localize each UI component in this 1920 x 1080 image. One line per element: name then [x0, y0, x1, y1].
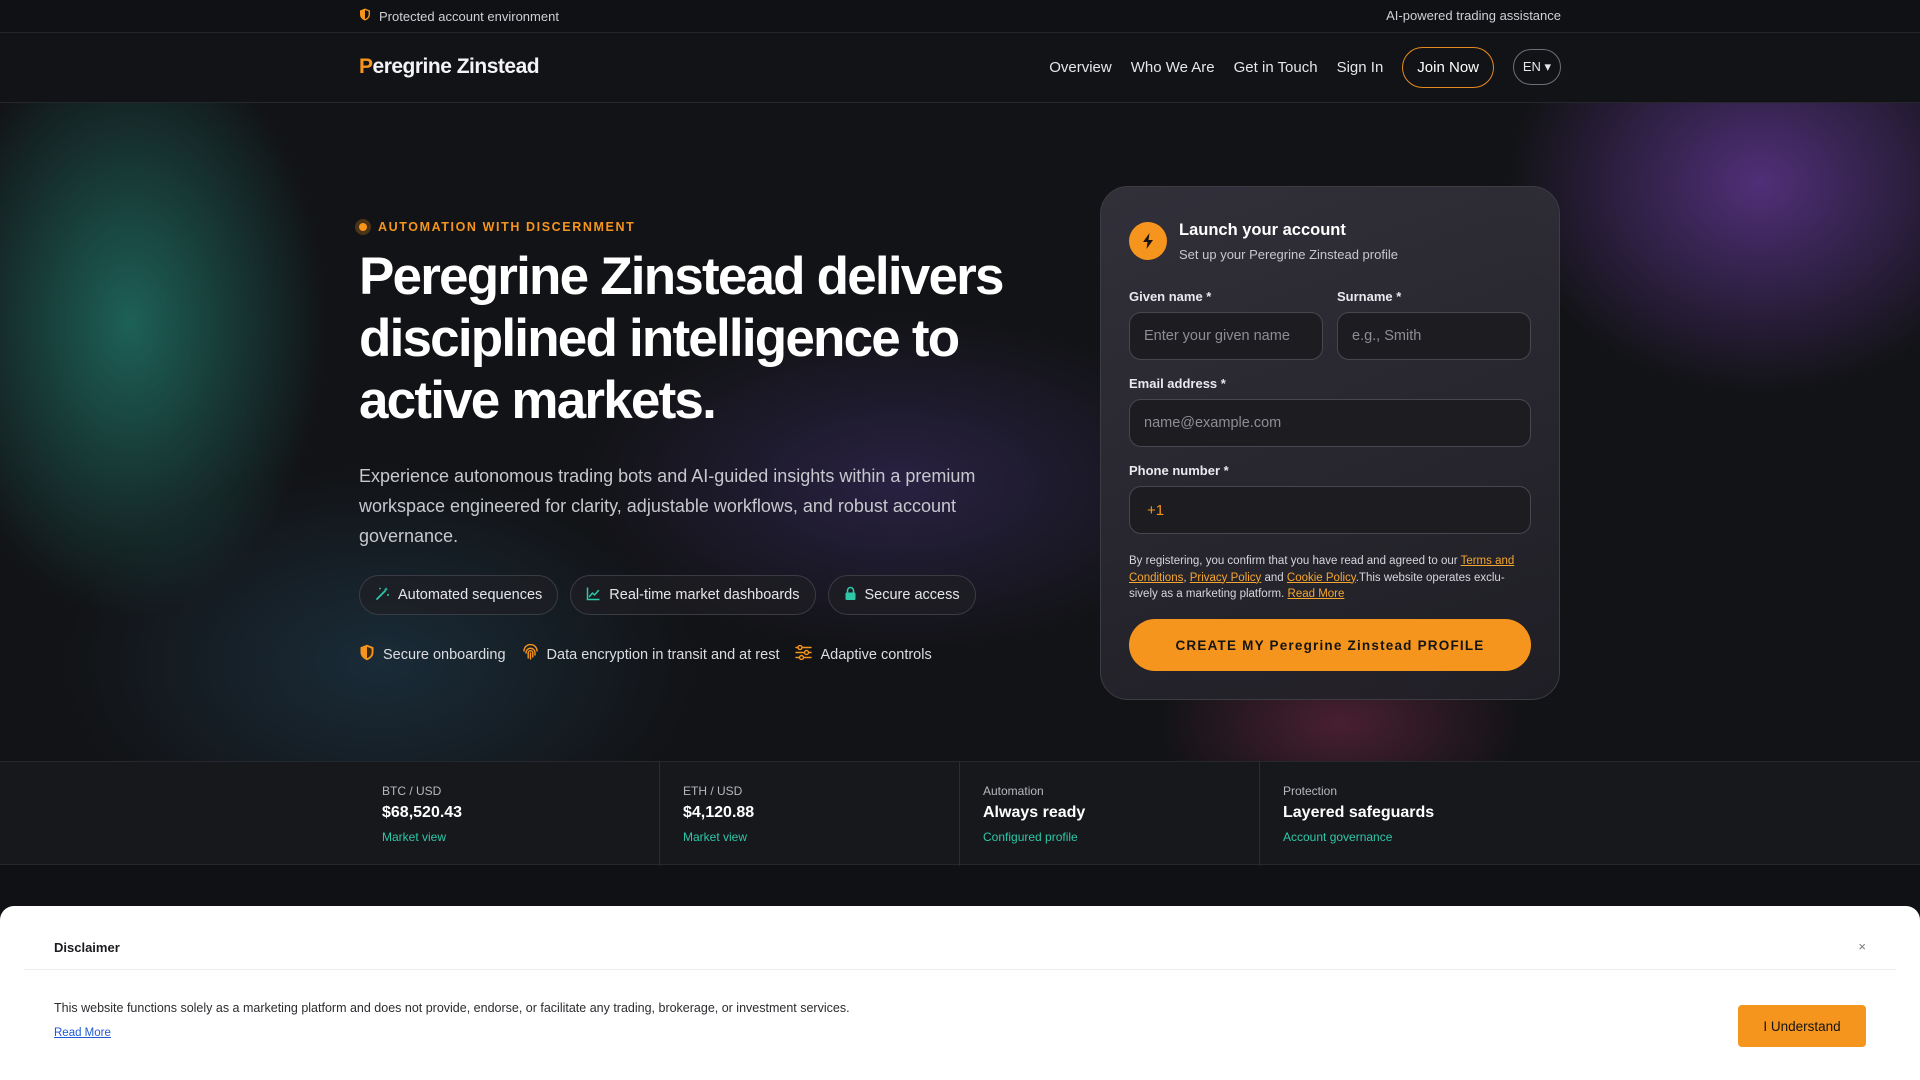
- disclaimer-text: This website functions solely as a marke…: [54, 1001, 850, 1015]
- cookie-link[interactable]: Cookie Policy: [1287, 572, 1356, 584]
- protected-notice: Protected account environment: [359, 8, 559, 24]
- chip-secure-access: Secure access: [827, 575, 976, 615]
- phone-label: Phone number *: [1129, 463, 1229, 478]
- stat-link[interactable]: Account governance: [1283, 830, 1392, 844]
- given-name-label: Given name *: [1129, 289, 1212, 304]
- page: Protected account environment AI-powered…: [0, 0, 1920, 1080]
- hero-lead: Experience autonomous trading bots and A…: [359, 466, 976, 546]
- nav-overview[interactable]: Overview: [1049, 59, 1112, 76]
- feature-label: Adaptive controls: [820, 646, 932, 663]
- stat-automation: Automation Always ready Configured profi…: [960, 762, 1260, 866]
- lock-icon: [844, 586, 857, 605]
- stat-btc: BTC / USD $68,520.43 Market view: [359, 762, 660, 866]
- stat-key: Protection: [1283, 784, 1338, 798]
- hero-section: AUTOMATION WITH DISCERNMENT Peregrine Zi…: [0, 103, 1920, 761]
- logo-initial: P: [359, 55, 373, 78]
- feature-secure-onboarding: Secure onboarding: [359, 644, 506, 665]
- stat-link[interactable]: Configured profile: [983, 830, 1078, 844]
- feature-data-encryption: Data encryption in transit and at rest: [522, 643, 780, 665]
- market-stats-strip: BTC / USD $68,520.43 Market view ETH / U…: [0, 761, 1920, 866]
- stat-eth: ETH / USD $4,120.88 Market view: [660, 762, 960, 866]
- shield-icon: [359, 8, 371, 24]
- stat-key: ETH / USD: [683, 784, 743, 798]
- phone-country-code[interactable]: +1: [1147, 502, 1164, 519]
- disclaimer-banner: Disclaimer × This website functions sole…: [0, 906, 1920, 1080]
- create-profile-button[interactable]: CREATE MY Peregrine Zinstead PROFILE: [1129, 619, 1531, 671]
- read-more-link[interactable]: Read More: [1288, 588, 1345, 600]
- protected-notice-text: Protected account environment: [379, 8, 559, 24]
- site-header: Peregrine Zinstead Overview Who We Are G…: [0, 33, 1920, 103]
- email-label: Email address *: [1129, 376, 1226, 391]
- ai-notice-text: AI-powered trading assistance: [1386, 8, 1561, 23]
- hero-chips: Automated sequences Real-time market das…: [359, 575, 976, 615]
- language-selector[interactable]: EN ▾: [1513, 49, 1561, 85]
- given-name-input[interactable]: [1129, 312, 1323, 360]
- terms-text-pre: By registering, you confirm that you hav…: [1129, 555, 1461, 567]
- hero-eyebrow: AUTOMATION WITH DISCERNMENT: [355, 219, 635, 235]
- i-understand-button[interactable]: I Understand: [1738, 1005, 1866, 1047]
- feature-label: Data encryption in transit and at rest: [546, 646, 780, 663]
- nav-who-we-are[interactable]: Who We Are: [1131, 59, 1215, 76]
- disclaimer-title: Disclaimer: [54, 940, 120, 955]
- eyebrow-dot-icon: [355, 219, 371, 235]
- stat-protection: Protection Layered safeguards Account go…: [1260, 762, 1560, 866]
- surname-input[interactable]: [1337, 312, 1531, 360]
- logo-rest: eregrine Zinstead: [372, 55, 540, 78]
- stat-value: Layered safeguards: [1283, 804, 1435, 821]
- chip-label: Automated sequences: [398, 587, 543, 603]
- stat-value: Always ready: [983, 804, 1086, 821]
- signup-title: Launch your account: [1179, 221, 1346, 239]
- lightning-icon: [1129, 222, 1167, 260]
- disclaimer-divider: [24, 969, 1896, 970]
- nav-sign-in[interactable]: Sign In: [1337, 59, 1384, 76]
- hero-headline: Peregrine Zinstead delivers disciplined …: [359, 247, 1004, 430]
- surname-label: Surname *: [1337, 289, 1402, 304]
- privacy-link[interactable]: Privacy Policy: [1190, 572, 1262, 584]
- stat-key: BTC / USD: [382, 784, 442, 798]
- disclaimer-read-more-link[interactable]: Read More: [54, 1027, 111, 1039]
- chip-label: Real-time market dashboards: [609, 587, 800, 603]
- chip-automated-sequences: Automated sequences: [359, 575, 559, 615]
- nav-get-in-touch[interactable]: Get in Touch: [1234, 59, 1318, 76]
- stat-value: $68,520.43: [382, 804, 463, 821]
- eyebrow-text: AUTOMATION WITH DISCERNMENT: [378, 220, 636, 234]
- main-nav: Overview Who We Are Get in Touch Sign In…: [1049, 46, 1561, 88]
- sliders-icon: [795, 644, 813, 664]
- fingerprint-icon: [522, 643, 539, 665]
- terms-notice: By registering, you confirm that you hav…: [1129, 553, 1533, 603]
- wand-icon: [375, 586, 390, 605]
- email-input[interactable]: [1129, 399, 1531, 447]
- feature-adaptive-controls: Adaptive controls: [795, 644, 932, 665]
- join-now-button[interactable]: Join Now: [1402, 46, 1494, 88]
- signup-card: Launch your account Set up your Peregrin…: [1100, 186, 1560, 700]
- chip-label: Secure access: [864, 587, 960, 603]
- close-icon[interactable]: ×: [1858, 939, 1866, 954]
- phone-input[interactable]: [1129, 486, 1531, 534]
- stat-key: Automation: [983, 784, 1044, 798]
- stat-value: $4,120.88: [683, 804, 755, 821]
- stat-link[interactable]: Market view: [683, 830, 747, 844]
- hero-features: Secure onboarding Data encryption in tra…: [359, 643, 932, 665]
- signup-subtitle: Set up your Peregrine Zinstead profile: [1179, 247, 1398, 262]
- shield-icon: [359, 644, 375, 665]
- terms-and: and: [1261, 571, 1287, 584]
- top-notice-bar: Protected account environment AI-powered…: [0, 0, 1920, 33]
- line-chart-icon: [586, 586, 601, 605]
- site-logo[interactable]: Peregrine Zinstead: [359, 55, 540, 79]
- chip-market-dashboards: Real-time market dashboards: [570, 575, 816, 615]
- feature-label: Secure onboarding: [383, 646, 506, 663]
- stat-link[interactable]: Market view: [382, 830, 446, 844]
